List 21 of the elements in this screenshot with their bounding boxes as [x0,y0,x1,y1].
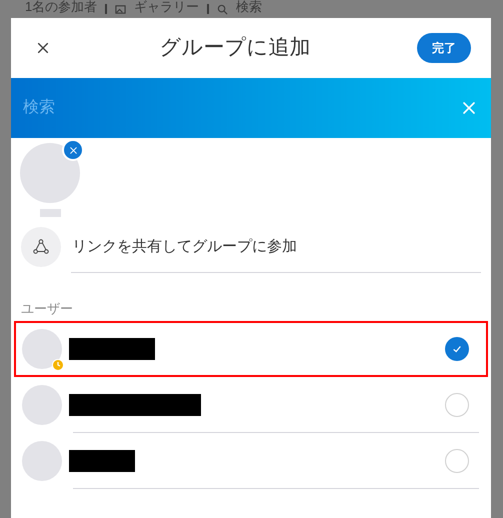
section-label: ユーザー [20,300,74,318]
close-icon [36,41,50,55]
check-icon [452,344,462,354]
toolbar-label[interactable]: 検索 [236,0,262,16]
close-icon [461,100,477,116]
dialog-title: グループに追加 [160,35,310,62]
search-field[interactable]: 検索 [23,96,323,120]
avatar [22,328,62,368]
done-button[interactable]: 完了 [417,33,471,63]
remove-button[interactable] [62,139,84,161]
share-icon [32,238,50,256]
image-icon [115,4,126,14]
toolbar-label[interactable]: ギャラリー [134,0,200,16]
toolbar-label[interactable]: 1名の参加者 [25,0,98,16]
user-row[interactable] [14,320,488,376]
checkbox[interactable] [445,392,469,416]
checkbox[interactable] [445,448,469,472]
search-icon [217,4,228,14]
checkbox[interactable] [445,336,469,360]
close-icon [68,146,78,154]
share-link-label[interactable]: リンクを共有してグループに参加 [72,236,297,258]
